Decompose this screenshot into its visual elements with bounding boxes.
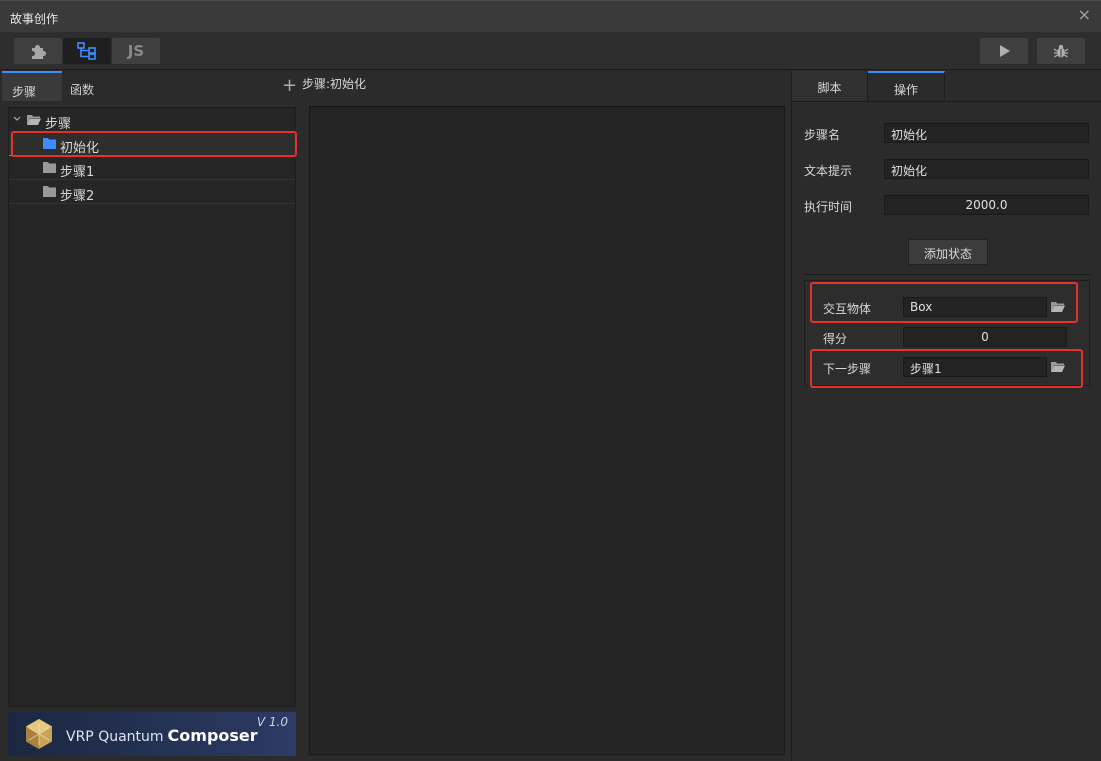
right-panel: 脚本 操作 步骤名 初始化 文本提示 初始化 执行时间 2000.0 添加状态 … <box>791 71 1101 761</box>
tree-item-step2[interactable]: 步骤2 <box>9 180 295 204</box>
highlight-box <box>810 349 1083 388</box>
score-field[interactable]: 0 <box>903 327 1067 347</box>
score-label: 得分 <box>823 332 848 346</box>
bug-icon <box>1053 44 1069 58</box>
step-name-label: 步骤名 <box>804 128 841 142</box>
divider <box>804 274 1090 275</box>
debug-button[interactable] <box>1037 38 1085 64</box>
text-hint-label: 文本提示 <box>804 164 853 178</box>
tab-operation-label: 操作 <box>893 83 918 97</box>
cube-logo-icon <box>26 719 52 749</box>
window-title: 故事创作 <box>10 12 59 26</box>
puzzle-button[interactable] <box>14 38 62 64</box>
tree-item-label: 步骤2 <box>60 189 95 204</box>
tab-script[interactable]: 脚本 <box>792 71 868 101</box>
middle-header: + 步骤:初始化 <box>280 71 790 101</box>
highlight-box <box>810 282 1078 323</box>
exec-time-field[interactable]: 2000.0 <box>884 195 1089 215</box>
logo-version: V 1.0 <box>256 715 288 729</box>
add-state-button[interactable]: 添加状态 <box>908 239 988 265</box>
folder-open-icon <box>27 115 41 125</box>
puzzle-icon <box>32 45 46 59</box>
chevron-down-icon[interactable] <box>13 116 21 122</box>
tab-steps-label: 步骤 <box>12 85 37 99</box>
exec-time-label: 执行时间 <box>804 200 853 214</box>
flowchart-button[interactable] <box>63 38 111 64</box>
tab-steps[interactable]: 步骤 <box>2 71 62 101</box>
tab-divider <box>792 101 1101 102</box>
tab-script-label: 脚本 <box>817 81 842 95</box>
folder-icon <box>43 186 56 197</box>
tree-root-label: 步骤 <box>45 117 72 132</box>
play-icon <box>1000 45 1010 57</box>
vrp-logo: VRP Quantum Composer V 1.0 <box>8 712 296 756</box>
left-panel: 步骤 函数 步骤 初始化 步骤1 步骤2 VRP Quantum Compose… <box>0 71 300 761</box>
tree-root[interactable]: 步骤 <box>9 108 295 132</box>
title-bar: 故事创作 × <box>0 0 1101 32</box>
js-label: JS <box>127 42 145 60</box>
highlight-box <box>11 131 297 157</box>
logo-text: VRP Quantum Composer <box>66 726 258 745</box>
step-name-field[interactable]: 初始化 <box>884 123 1089 143</box>
folder-icon <box>43 162 56 173</box>
step-tree: 步骤 初始化 步骤1 步骤2 <box>8 107 296 707</box>
left-tabs: 步骤 函数 <box>0 71 300 101</box>
add-step-icon[interactable]: + <box>282 75 297 96</box>
tree-item-label: 步骤1 <box>60 165 95 180</box>
tab-functions[interactable]: 函数 <box>62 71 122 101</box>
tree-item-step1[interactable]: 步骤1 <box>9 156 295 180</box>
js-button[interactable]: JS <box>112 38 160 64</box>
close-icon[interactable]: × <box>1078 7 1091 23</box>
flowchart-icon <box>77 42 96 60</box>
middle-title: 步骤:初始化 <box>302 77 367 91</box>
text-hint-field[interactable]: 初始化 <box>884 159 1089 179</box>
toolbar: JS <box>0 32 1101 70</box>
tab-functions-label: 函数 <box>70 83 95 97</box>
play-button[interactable] <box>980 38 1028 64</box>
tab-operation[interactable]: 操作 <box>868 71 945 101</box>
canvas-area[interactable] <box>309 106 785 755</box>
